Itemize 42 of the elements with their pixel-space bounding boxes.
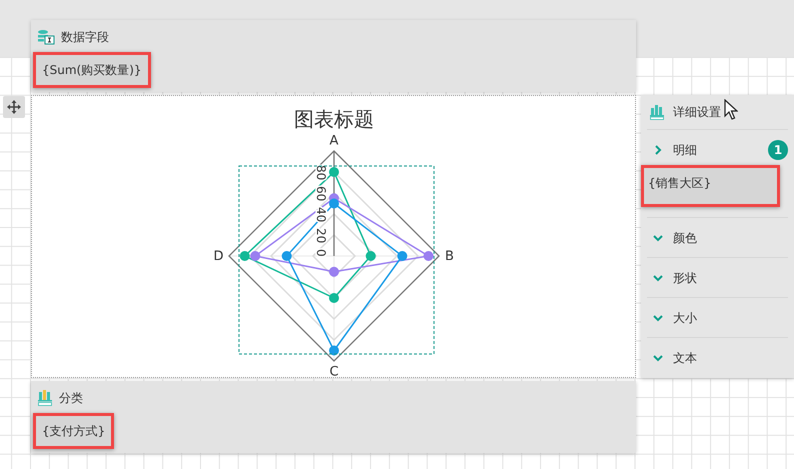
accordion-item[interactable]: 颜色 bbox=[647, 217, 788, 257]
data-point bbox=[282, 251, 292, 261]
count-badge: 1 bbox=[768, 140, 788, 160]
data-point bbox=[329, 266, 339, 277]
data-point bbox=[240, 251, 250, 261]
chevron-down-icon bbox=[653, 352, 663, 362]
mouse-pointer-icon bbox=[724, 99, 738, 120]
chevron-right-icon bbox=[653, 144, 663, 154]
category-label: B bbox=[445, 249, 454, 264]
data-point bbox=[329, 293, 339, 303]
panel-title: 分类 bbox=[59, 390, 83, 407]
chevron-down-icon bbox=[653, 272, 663, 282]
bar-chart-icon bbox=[37, 389, 53, 407]
field-chip[interactable]: {Sum(购买数量)} bbox=[36, 55, 148, 85]
axis-tick-label: 60 bbox=[314, 186, 328, 202]
bar-chart-icon bbox=[649, 104, 665, 120]
chart-title: 图表标题 bbox=[294, 107, 374, 131]
field-chip[interactable]: {支付方式} bbox=[36, 416, 112, 446]
chevron-down-icon bbox=[653, 312, 663, 322]
data-point bbox=[424, 251, 434, 261]
panel-title: 数据字段 bbox=[61, 29, 109, 46]
move-handle[interactable] bbox=[3, 96, 25, 118]
accordion-item[interactable]: 大小 bbox=[647, 297, 788, 337]
data-point bbox=[250, 251, 260, 261]
axis-tick-label: 40 bbox=[314, 207, 328, 222]
axis-tick-label: 80 bbox=[314, 165, 328, 180]
data-point bbox=[366, 251, 376, 261]
category-label: C bbox=[329, 364, 339, 377]
chevron-down-icon bbox=[653, 232, 663, 242]
axis-tick-label: 0 bbox=[314, 249, 328, 257]
axis-tick-label: 20 bbox=[314, 228, 328, 244]
field-chip[interactable]: {销售大区} bbox=[644, 168, 777, 204]
data-point bbox=[397, 251, 408, 261]
accordion-item[interactable]: 形状 bbox=[647, 257, 788, 297]
category-label: A bbox=[330, 134, 338, 148]
data-point bbox=[329, 167, 339, 177]
data-point bbox=[329, 198, 339, 208]
accordion-item[interactable]: 文本 bbox=[647, 337, 788, 377]
panel-title: 详细设置 bbox=[673, 104, 721, 121]
category-label: D bbox=[214, 249, 224, 264]
database-field-icon bbox=[37, 29, 55, 45]
data-point bbox=[329, 346, 339, 356]
